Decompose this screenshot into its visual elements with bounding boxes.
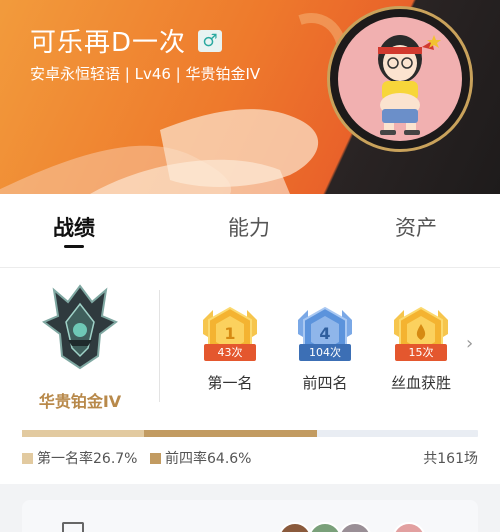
badge-count: 15次: [408, 346, 434, 359]
friend-avatar[interactable]: [392, 522, 426, 532]
rank-tier-name: 华贵铂金IV: [38, 392, 122, 411]
legend-swatch: [22, 453, 33, 464]
legend-swatch: [150, 453, 161, 464]
male-gender-icon: ♂: [198, 30, 222, 52]
tab-assets[interactable]: 资产: [395, 212, 437, 242]
nickname: 可乐再D一次: [30, 28, 187, 58]
badge-blood-win[interactable]: 15次 丝血获胜: [386, 306, 456, 393]
tab-record[interactable]: 战绩: [53, 212, 95, 242]
avatar-illustration: [378, 35, 441, 135]
badge-top-four[interactable]: 4 104次 前四名: [290, 306, 360, 393]
platinum-rank-emblem-icon: [42, 284, 118, 370]
avatar-frame[interactable]: [327, 6, 473, 152]
chevron-right-icon[interactable]: ›: [466, 333, 473, 354]
profile-subinfo: 安卓永恒轻语 | Lv46 | 华贵铂金IV: [30, 65, 261, 83]
badge-count: 43次: [217, 346, 243, 359]
badge-count: 104次: [309, 346, 341, 359]
tab-active-indicator: [64, 245, 84, 248]
rate-progress-bar: [22, 430, 478, 437]
svg-text:4: 4: [319, 324, 330, 343]
first-rate-text: 第一名率26.7%: [37, 451, 138, 467]
avatar: [338, 17, 462, 141]
rank-section: 华贵铂金IV 1 43次 第一名 4 104次 前四名 15次 丝血获胜 › 第…: [0, 268, 500, 484]
first-rate-fill: [22, 430, 144, 437]
top4-rate-text: 前四率64.6%: [165, 451, 252, 467]
profile-page: { "profile": { "nickname": "可乐再D一次", "ge…: [0, 0, 500, 532]
badge-label: 前四名: [302, 374, 348, 392]
card-icon: [62, 522, 84, 532]
profile-banner: 可乐再D一次 ♂ 安卓永恒轻语 | Lv46 | 华贵铂金IV: [0, 0, 500, 194]
badge-first-place[interactable]: 1 43次 第一名: [195, 306, 265, 393]
badge-label: 丝血获胜: [390, 374, 451, 392]
badge-label: 第一名: [207, 374, 253, 392]
divider: [159, 290, 160, 402]
legend-first-rate: 第一名率26.7%: [22, 448, 137, 468]
bottom-card[interactable]: [22, 500, 478, 532]
friend-avatar[interactable]: [338, 522, 372, 532]
tab-bar: 战绩 能力 资产: [0, 194, 500, 268]
friend-avatar[interactable]: [278, 522, 312, 532]
tab-ability[interactable]: 能力: [228, 212, 270, 242]
total-matches: 共161场: [423, 451, 478, 467]
friend-avatar[interactable]: [308, 522, 342, 532]
svg-text:1: 1: [224, 324, 235, 343]
legend-top4-rate: 前四率64.6%: [150, 448, 251, 468]
